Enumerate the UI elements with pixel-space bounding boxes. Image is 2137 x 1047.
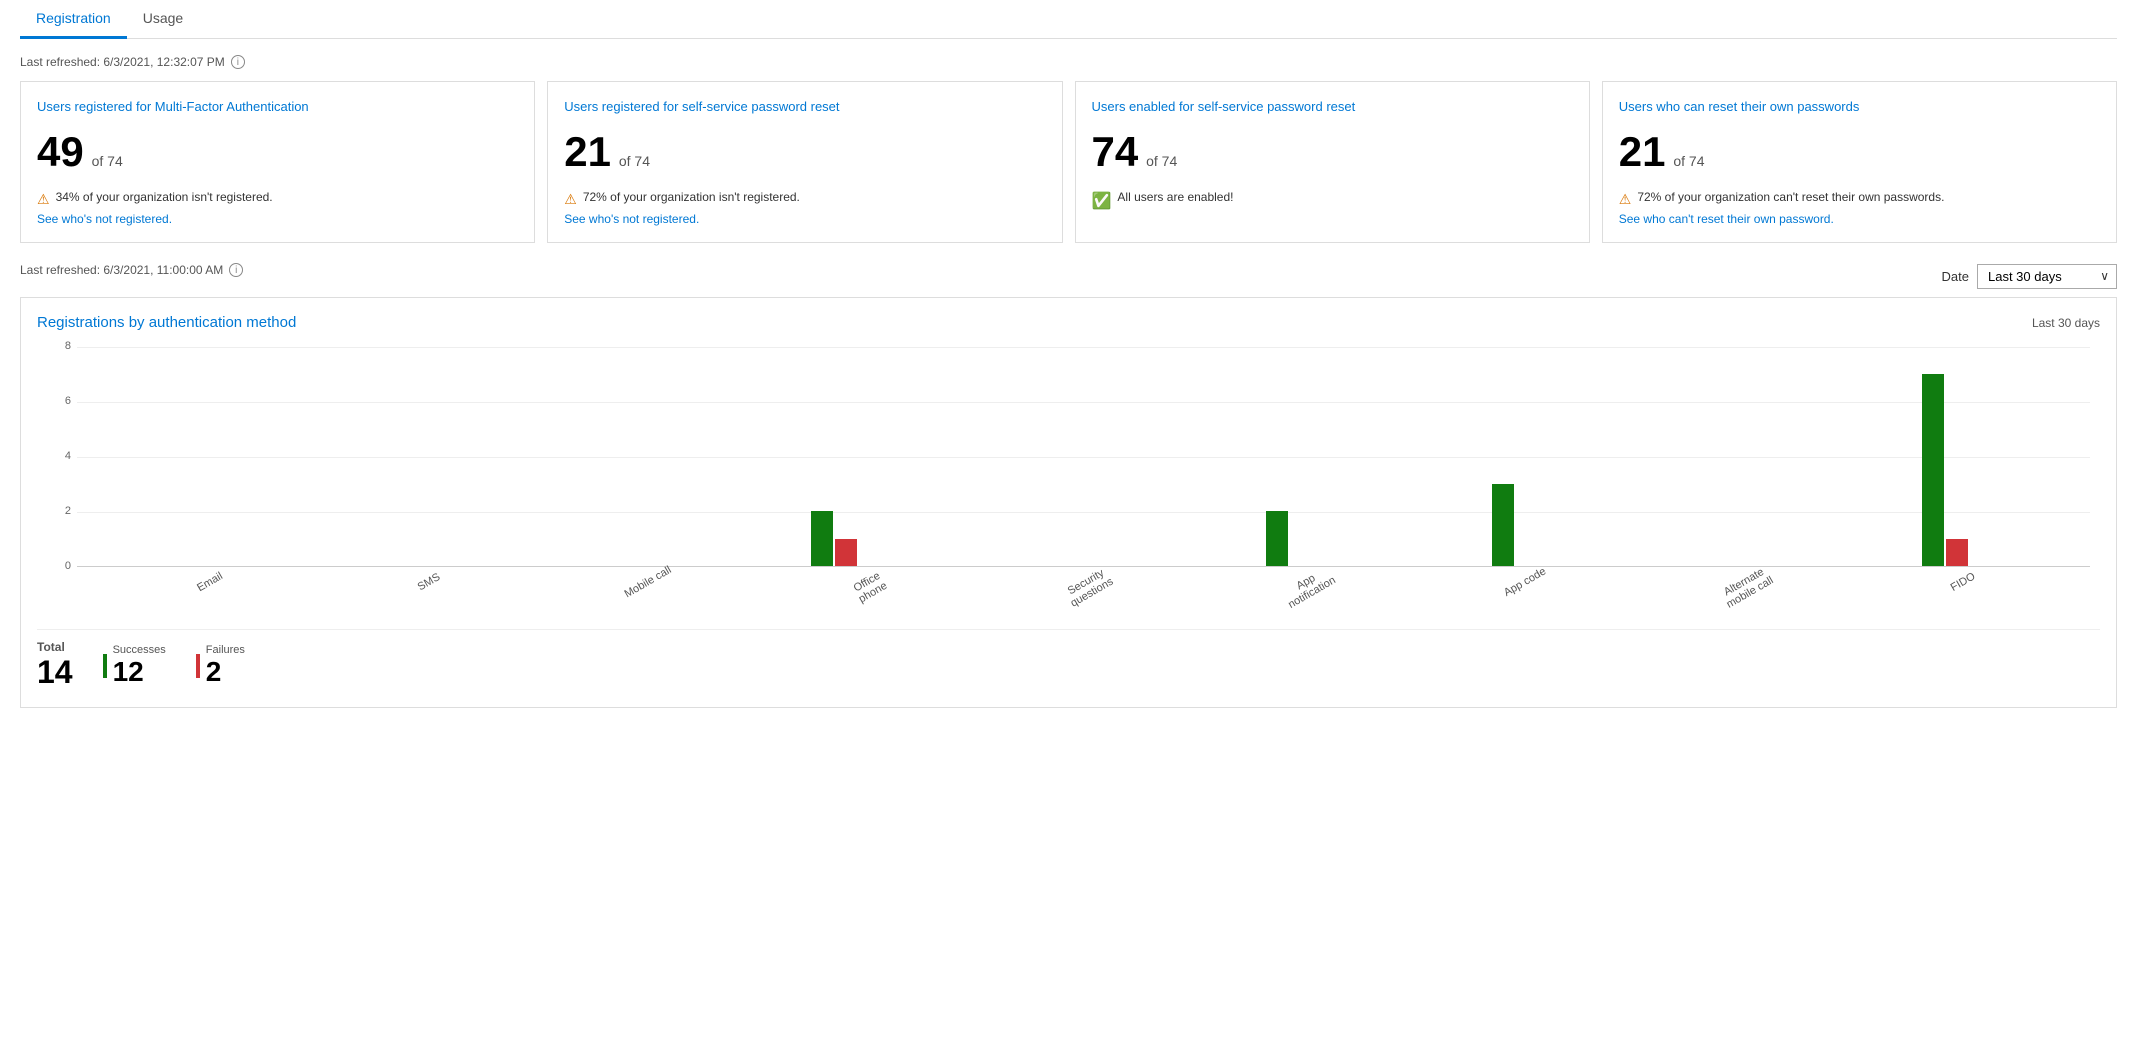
card-of-1: of 74 <box>615 153 650 169</box>
date-select[interactable]: Last 30 daysLast 7 daysLast 24 hours <box>1977 264 2117 289</box>
y-label-4: 4 <box>65 451 71 462</box>
card-success-2: ✅ All users are enabled! <box>1092 190 1573 211</box>
success-bar-5 <box>1266 511 1288 566</box>
x-label-5: App notification <box>1277 562 1341 613</box>
failure-legend-count: 2 <box>206 656 245 688</box>
card-count-row-0: 49 of 74 <box>37 128 518 176</box>
card-link-3[interactable]: See who can't reset their own password. <box>1619 212 2100 226</box>
card-warning-0: ⚠ 34% of your organization isn't register… <box>37 190 518 208</box>
chart-section: Registrations by authentication method L… <box>20 297 2117 708</box>
bar-stack-6 <box>1492 484 1514 567</box>
bottom-info-icon[interactable]: i <box>229 263 243 277</box>
summary-card-1: Users registered for self-service passwo… <box>547 81 1062 243</box>
card-of-2: of 74 <box>1142 153 1177 169</box>
y-axis: 86420 <box>37 347 73 566</box>
success-icon-2: ✅ <box>1092 191 1112 211</box>
x-label-1: SMS <box>400 562 464 613</box>
success-bar-3 <box>811 511 833 566</box>
chart-body: 86420 EmailSMSMobile callOffice phoneSec… <box>37 347 2100 601</box>
warning-text-3: 72% of your organization can't reset the… <box>1637 190 1944 204</box>
y-label-2: 2 <box>65 506 71 517</box>
success-legend-bar <box>103 654 107 678</box>
tab-usage[interactable]: Usage <box>127 0 199 39</box>
warning-text-0: 34% of your organization isn't registere… <box>56 190 273 204</box>
x-label-7: Alternate mobile call <box>1715 562 1779 613</box>
failure-legend: Failures 2 <box>196 644 245 688</box>
chart-title: Registrations by authentication method <box>37 314 296 331</box>
card-count-2: 74 <box>1092 128 1139 175</box>
card-title-0: Users registered for Multi-Factor Authen… <box>37 98 518 116</box>
top-refresh-text: Last refreshed: 6/3/2021, 12:32:07 PM <box>20 55 225 69</box>
summary-card-2: Users enabled for self-service password … <box>1075 81 1590 243</box>
success-legend-labels: Successes 12 <box>113 644 166 688</box>
bar-stack-5 <box>1266 511 1288 566</box>
summary-card-3: Users who can reset their own passwords 2… <box>1602 81 2117 243</box>
summary-card-0: Users registered for Multi-Factor Authen… <box>20 81 535 243</box>
chart-footer: Total 14 Successes 12 Failures 2 <box>37 629 2100 691</box>
x-label-8: FIDO <box>1934 562 1998 613</box>
x-label-4: Security questions <box>1058 562 1122 613</box>
failure-legend-bar <box>196 654 200 678</box>
total-label: Total <box>37 640 73 654</box>
top-info-icon[interactable]: i <box>231 55 245 69</box>
card-link-0[interactable]: See who's not registered. <box>37 212 518 226</box>
total-block: Total 14 <box>37 640 73 691</box>
warn-icon-1: ⚠ <box>564 191 577 208</box>
chart-area: 86420 <box>77 347 2090 567</box>
failure-legend-labels: Failures 2 <box>206 644 245 688</box>
failure-legend-label: Failures <box>206 644 245 656</box>
y-label-0: 0 <box>65 561 71 572</box>
card-count-1: 21 <box>564 128 611 175</box>
success-legend-label: Successes <box>113 644 166 656</box>
bar-group-6 <box>1492 484 1514 567</box>
success-text-2: All users are enabled! <box>1117 190 1233 204</box>
total-value: 14 <box>37 654 73 691</box>
warning-text-1: 72% of your organization isn't registere… <box>583 190 800 204</box>
card-of-3: of 74 <box>1669 153 1704 169</box>
x-label-3: Office phone <box>838 562 902 613</box>
warn-icon-0: ⚠ <box>37 191 50 208</box>
date-select-wrapper: Last 30 daysLast 7 daysLast 24 hours <box>1977 264 2117 289</box>
card-count-3: 21 <box>1619 128 1666 175</box>
card-warning-1: ⚠ 72% of your organization isn't register… <box>564 190 1045 208</box>
card-title-3: Users who can reset their own passwords <box>1619 98 2100 116</box>
x-label-0: Email <box>181 562 245 613</box>
y-label-6: 6 <box>65 396 71 407</box>
success-legend-count: 12 <box>113 656 166 688</box>
date-filter: Date Last 30 daysLast 7 daysLast 24 hour… <box>1942 264 2117 289</box>
x-label-2: Mobile call <box>619 562 683 613</box>
summary-cards: Users registered for Multi-Factor Authen… <box>20 81 2117 243</box>
card-count-0: 49 <box>37 128 84 175</box>
success-bar-8 <box>1922 374 1944 567</box>
bar-stack-3 <box>811 511 857 566</box>
chart-date-label: Last 30 days <box>2032 316 2100 330</box>
warn-icon-3: ⚠ <box>1619 191 1632 208</box>
failure-bar-8 <box>1946 539 1968 567</box>
top-refresh-info: Last refreshed: 6/3/2021, 12:32:07 PM i <box>20 55 2117 69</box>
bottom-refresh-info: Last refreshed: 6/3/2021, 11:00:00 AM i <box>20 263 243 277</box>
card-count-row-2: 74 of 74 <box>1092 128 1573 176</box>
card-link-1[interactable]: See who's not registered. <box>564 212 1045 226</box>
bar-stack-8 <box>1922 374 1968 567</box>
bar-group-3 <box>811 511 857 566</box>
card-count-row-1: 21 of 74 <box>564 128 1045 176</box>
card-title-1: Users registered for self-service passwo… <box>564 98 1045 116</box>
y-label-8: 8 <box>65 341 71 352</box>
date-filter-label: Date <box>1942 269 1969 284</box>
success-bar-6 <box>1492 484 1514 567</box>
failure-bar-3 <box>835 539 857 567</box>
success-legend: Successes 12 <box>103 644 166 688</box>
section-header: Last refreshed: 6/3/2021, 11:00:00 AM i … <box>20 263 2117 289</box>
tabs-bar: Registration Usage <box>20 0 2117 39</box>
card-of-0: of 74 <box>88 153 123 169</box>
x-label-6: App code <box>1496 562 1560 613</box>
tab-registration[interactable]: Registration <box>20 0 127 39</box>
card-title-2: Users enabled for self-service password … <box>1092 98 1573 116</box>
chart-title-row: Registrations by authentication method L… <box>37 314 2100 331</box>
bar-group-5 <box>1266 511 1288 566</box>
card-warning-3: ⚠ 72% of your organization can't reset th… <box>1619 190 2100 208</box>
bar-group-8 <box>1922 374 1968 567</box>
card-count-row-3: 21 of 74 <box>1619 128 2100 176</box>
bottom-refresh-text: Last refreshed: 6/3/2021, 11:00:00 AM <box>20 263 223 277</box>
